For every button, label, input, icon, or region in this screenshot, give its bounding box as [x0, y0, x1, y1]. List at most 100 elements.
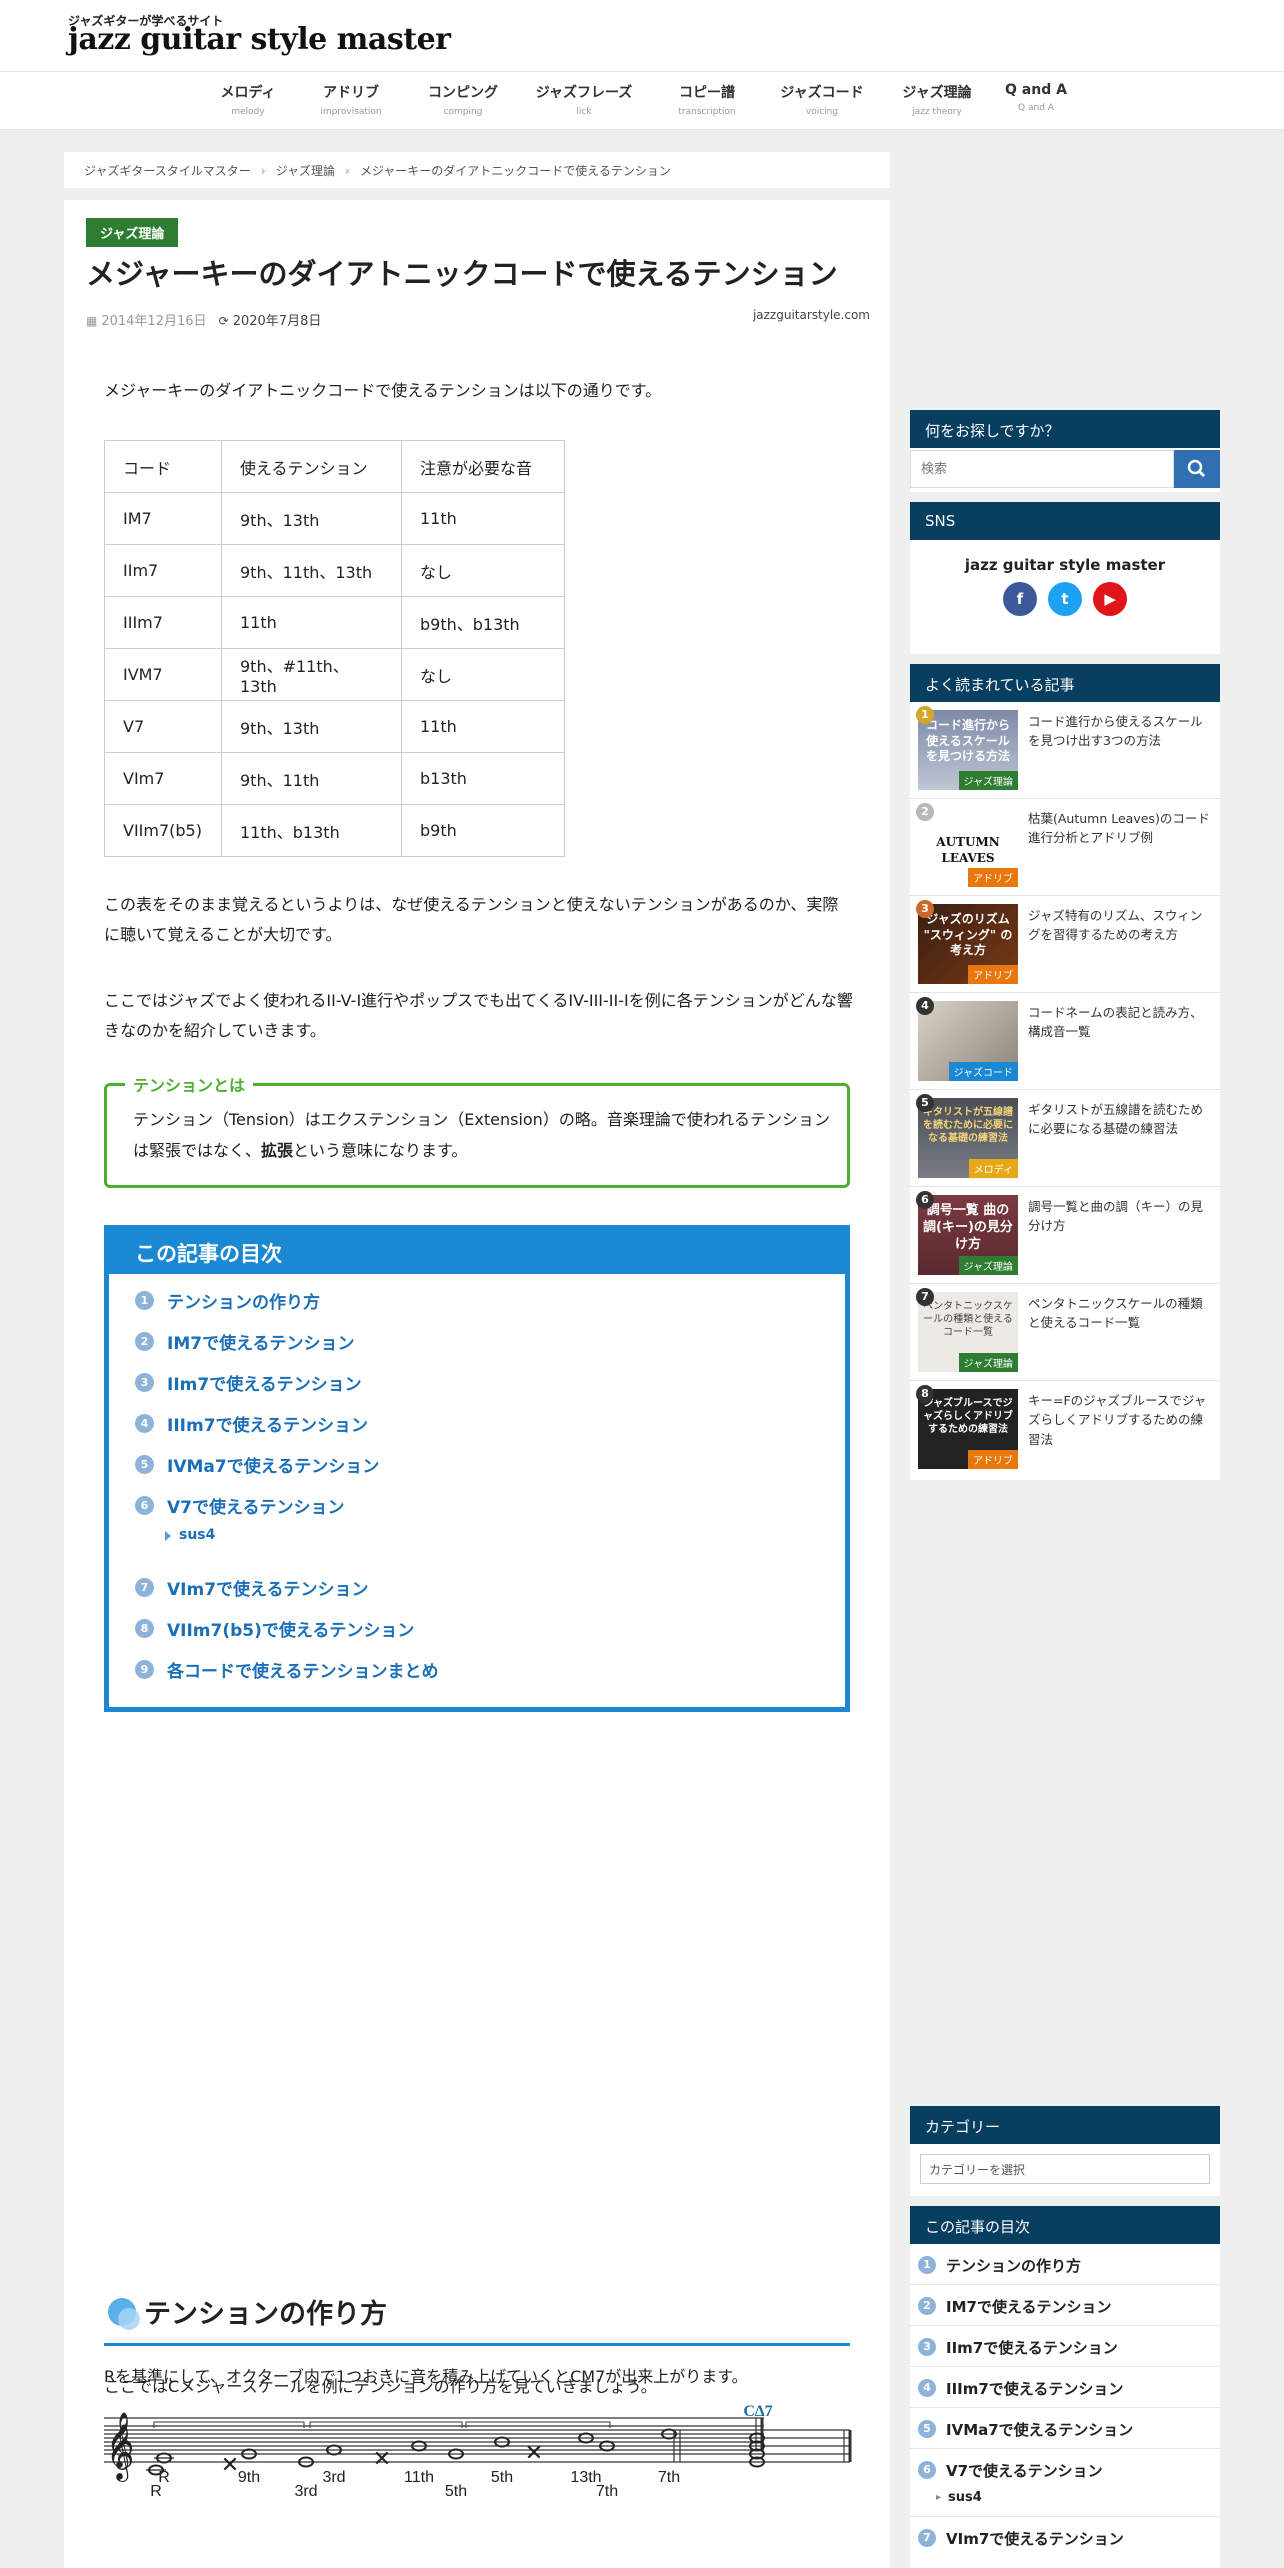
table-cell: IIIm7: [104, 596, 222, 649]
breadcrumb-current: メジャーキーのダイアトニックコードで使えるテンション: [359, 164, 671, 178]
breadcrumb-home[interactable]: ジャズギタースタイルマスター: [84, 164, 251, 178]
site-domain: jazzguitarstyle.com: [752, 308, 870, 322]
category-select[interactable]: カテゴリーを選択: [920, 2154, 1210, 2184]
rank-badge: 4: [916, 997, 934, 1015]
paragraph-stacking: Rを基準にして、オクターブ内で1つおきに音を積み上げていくとCM7が出来上がりま…: [104, 2367, 748, 2386]
rank-badge: 5: [916, 1094, 934, 1112]
intro-text: メジャーキーのダイアトニックコードで使えるテンションは以下の通りです。: [104, 381, 662, 400]
popular-post-item[interactable]: 8 ジャズブルースでジャズらしくアドリブするための練習法 アドリブ キー=Fのジ…: [910, 1381, 1220, 1478]
table-of-contents: この記事の目次 1 テンションの作り方 2 IM7で使えるテンション 3 IIm7で使…: [104, 1225, 850, 1712]
post-thumbnail: ジャズブルースでジャズらしくアドリブするための練習法 アドリブ: [918, 1389, 1018, 1469]
refresh-icon: ⟳: [218, 314, 229, 328]
post-thumbnail: 調号一覧 曲の調(キー)の見分け方 ジャズ理論: [918, 1195, 1018, 1275]
table-header: コード: [104, 440, 222, 493]
youtube-icon[interactable]: ▶: [1093, 582, 1128, 616]
treble-clef-icon: 𝄞: [106, 2424, 134, 2482]
nav-item-lick[interactable]: ジャズフレーズ lick: [524, 82, 644, 117]
rank-badge: 2: [916, 803, 934, 821]
tension-table: コード 使えるテンション 注意が必要な音 IM7 9th、13th 11th IIm…: [104, 440, 565, 857]
post-thumbnail: ジャズコード: [918, 1001, 1018, 1081]
post-thumbnail: コード進行から使えるスケールを見つける方法 ジャズ理論: [918, 710, 1018, 790]
nav-item-improvisation[interactable]: アドリブ improvisation: [291, 82, 411, 117]
table-header-row: コード 使えるテンション 注意が必要な音: [104, 440, 565, 493]
table-cell: V7: [104, 700, 222, 753]
site-header: ジャズギターが学べるサイト jazz guitar style master: [0, 0, 1284, 72]
post-link[interactable]: 調号一覧と曲の調（キー）の見分け方: [1028, 1197, 1214, 1236]
table-cell: 11th: [401, 700, 565, 753]
table-row: IM7 9th、13th 11th: [104, 492, 565, 545]
article: ジャズ理論 メジャーキーのダイアトニックコードで使えるテンション ▦ 2014年1…: [64, 200, 890, 2568]
post-link[interactable]: ペンタトニックスケールの種類と使えるコード一覧: [1028, 1294, 1214, 1333]
caret-right-icon: ▸: [936, 2492, 942, 2503]
popular-post-item[interactable]: 1 コード進行から使えるスケールを見つける方法 ジャズ理論 コード進行から使える…: [910, 702, 1220, 799]
sidebar-toc-item[interactable]: 7 VIm7で使えるテンション: [910, 2517, 1220, 2558]
popular-post-item[interactable]: 4 ジャズコード コードネームの表記と読み方、構成音一覧: [910, 993, 1220, 1090]
rank-badge: 1: [916, 706, 934, 724]
table-cell: b9th、b13th: [401, 596, 565, 649]
table-cell: 11th: [401, 492, 565, 545]
global-nav: メロディ melody アドリブ improvisation コンピング compin…: [0, 72, 1284, 130]
post-thumbnail: AUTUMN LEAVES アドリブ: [918, 807, 1018, 887]
table-cell: 9th、11th、13th: [221, 544, 402, 597]
search-button[interactable]: [1174, 450, 1220, 488]
sidebar-toc-item[interactable]: 5 IVMa7で使えるテンション: [910, 2408, 1220, 2449]
table-cell: 9th、11th: [221, 752, 402, 805]
post-link[interactable]: コードネームの表記と読み方、構成音一覧: [1028, 1003, 1214, 1042]
nav-item-melody[interactable]: メロディ melody: [188, 82, 308, 117]
table-cell: VIIm7(b5): [104, 804, 222, 857]
breadcrumb-category[interactable]: ジャズ理論: [276, 164, 335, 178]
table-header: 使えるテンション: [221, 440, 402, 493]
sidebar-toc-sub-item[interactable]: sus4: [948, 2490, 982, 2505]
table-cell: IVM7: [104, 648, 222, 701]
published-date: 2014年12月16日: [101, 314, 207, 329]
nav-item-transcription[interactable]: コピー譜 transcription: [647, 82, 767, 117]
calendar-icon: ▦: [86, 314, 98, 328]
popular-post-item[interactable]: 2 AUTUMN LEAVES アドリブ 枯葉(Autumn Leaves)のコ…: [910, 799, 1220, 896]
post-link[interactable]: 枯葉(Autumn Leaves)のコード進行分析とアドリブ例: [1028, 809, 1214, 848]
widget-title: 何をお探しですか？: [910, 410, 1220, 448]
search-input[interactable]: [910, 450, 1174, 488]
popular-post-item[interactable]: 5 ギタリストが五線譜を読むために必要になる基礎の練習法 メロディ ギタリストが…: [910, 1090, 1220, 1187]
rank-badge: 7: [916, 1288, 934, 1306]
table-row: VIm7 9th、11th b13th: [104, 752, 565, 805]
popular-post-item[interactable]: 6 調号一覧 曲の調(キー)の見分け方 ジャズ理論 調号一覧と曲の調（キー）の見…: [910, 1187, 1220, 1284]
search-widget: 何をお探しですか？: [910, 410, 1220, 492]
search-icon: [1187, 459, 1206, 478]
site-logo[interactable]: jazz guitar style master: [68, 22, 451, 57]
definition-box: テンションとは テンション（Tension）はエクステンション（Extensio…: [104, 1072, 850, 1188]
nav-item-comping[interactable]: コンピング comping: [403, 82, 523, 117]
sidebar-toc-item[interactable]: 4 IIIm7で使えるテンション: [910, 2367, 1220, 2408]
popular-post-item[interactable]: 3 ジャズのリズム "スウィング" の考え方 アドリブ ジャズ特有のリズム、スウ…: [910, 896, 1220, 993]
score-label: 7th: [596, 2483, 618, 2500]
sidebar-toc-item[interactable]: 3 IIm7で使えるテンション: [910, 2326, 1220, 2367]
page-title: メジャーキーのダイアトニックコードで使えるテンション: [86, 257, 838, 291]
paragraph-examples: ここではジャズでよく使われるII-V-I進行やポップスでも出てくるIV-III-…: [104, 991, 853, 1041]
sidebar-toc-widget: この記事の目次 1 テンションの作り方 2 IM7で使えるテンション 3 IIm7で使…: [910, 2206, 1220, 2568]
caret-right-icon: [165, 1531, 171, 1541]
post-link[interactable]: コード進行から使えるスケールを見つけ出す3つの方法: [1028, 712, 1214, 751]
post-link[interactable]: ジャズ特有のリズム、スウィングを習得するための考え方: [1028, 906, 1214, 945]
sidebar-toc-item[interactable]: 6 V7で使えるテンション ▸ sus4: [910, 2449, 1220, 2517]
twitter-icon[interactable]: t: [1048, 582, 1082, 616]
x-notehead-icon: ✕: [373, 2447, 391, 2472]
post-link[interactable]: ギタリストが五線譜を読むために必要になる基礎の練習法: [1028, 1100, 1214, 1139]
facebook-icon[interactable]: f: [1002, 582, 1037, 616]
table-row: VIIm7(b5) 11th、b13th b9th: [104, 804, 565, 857]
rank-badge: 8: [916, 1385, 934, 1403]
breadcrumb: ジャズギタースタイルマスター › ジャズ理論 › メジャーキーのダイアトニックコードで使…: [64, 152, 890, 188]
post-link[interactable]: キー=Fのジャズブルースでジャズらしくアドリブするための練習法: [1028, 1391, 1214, 1449]
post-thumbnail: ジャズのリズム "スウィング" の考え方 アドリブ: [918, 904, 1018, 984]
table-cell: 9th、#11th、13th: [221, 648, 402, 701]
sidebar-toc-item[interactable]: 1 テンションの作り方: [910, 2244, 1220, 2285]
rank-badge: 6: [916, 1191, 934, 1209]
score-cmaj7-stacking: 𝄞 ✕ ✕ ✕ C∆7 R 3rd 5th 7th: [104, 2403, 852, 2500]
x-notehead-icon: ✕: [221, 2453, 239, 2478]
sidebar-toc-item[interactable]: 2 IM7で使えるテンション: [910, 2285, 1220, 2326]
x-notehead-icon: ✕: [525, 2441, 543, 2466]
nav-item-voicing[interactable]: ジャズコード voicing: [762, 82, 882, 117]
sns-site-name: jazz guitar style master: [964, 556, 1166, 574]
chevron-right-icon: ›: [345, 164, 350, 178]
nav-item-qanda[interactable]: Q and AQ and A: [976, 82, 1096, 113]
category-badge[interactable]: ジャズ理論: [86, 218, 179, 247]
popular-post-item[interactable]: 7 ペンタトニックスケールの種類と使えるコード一覧 ジャズ理論 ペンタトニックス…: [910, 1284, 1220, 1381]
